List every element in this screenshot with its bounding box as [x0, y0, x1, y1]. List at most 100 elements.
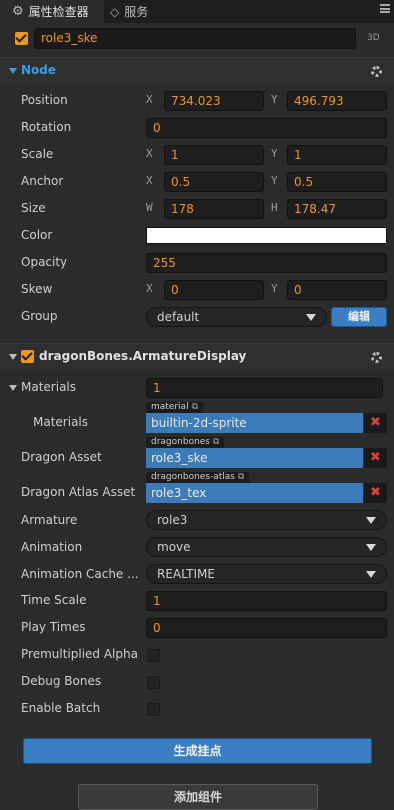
debug-bones-checkbox[interactable]: [147, 676, 160, 689]
time-scale-label: Time Scale: [21, 593, 87, 607]
material-clear-icon[interactable]: ✖: [364, 413, 387, 433]
opacity-label: Opacity: [21, 255, 68, 269]
generate-attach-points-button[interactable]: 生成挂点: [23, 738, 372, 764]
scale-label: Scale: [21, 147, 54, 161]
dragon-asset-field[interactable]: role3_ske: [146, 448, 363, 468]
dragon-asset-tag: dragonbones ⧉: [146, 437, 225, 448]
material-asset-field[interactable]: builtin-2d-sprite: [146, 413, 363, 433]
chevron-down-icon: [366, 571, 376, 578]
premultiplied-alpha-label: Premultiplied Alpha: [21, 647, 138, 661]
component-enabled-checkbox[interactable]: [21, 350, 34, 363]
materials-expand-arrow-icon[interactable]: [9, 385, 17, 391]
component-settings-gear-icon[interactable]: [371, 352, 382, 363]
tab-services-label: 服务: [124, 5, 149, 19]
anchor-x-input[interactable]: 0.5: [164, 172, 264, 192]
enable-batch-label: Enable Batch: [21, 701, 101, 715]
animation-select[interactable]: move: [146, 537, 387, 557]
group-select[interactable]: default: [146, 307, 327, 327]
animation-cache-label: Animation Cache ...: [21, 567, 139, 581]
size-w-axis-label: W: [146, 201, 153, 214]
debug-bones-label: Debug Bones: [21, 674, 102, 688]
anchor-y-axis-label: Y: [271, 174, 278, 187]
external-link-icon[interactable]: ⧉: [191, 402, 197, 412]
scale-y-input[interactable]: 1: [287, 145, 387, 165]
skew-y-input[interactable]: 0: [287, 280, 387, 300]
node-name-input[interactable]: role3_ske: [34, 28, 356, 49]
dragon-asset-tag-text: dragonbones: [151, 437, 211, 447]
component-section-header[interactable]: dragonBones.ArmatureDisplay: [0, 343, 394, 370]
animation-cache-select[interactable]: REALTIME: [146, 564, 387, 584]
rotation-label: Rotation: [21, 120, 72, 134]
size-width-input[interactable]: 178: [164, 199, 264, 219]
dragon-atlas-tag: dragonbones-atlas ⧉: [146, 472, 250, 483]
dragon-atlas-clear-icon[interactable]: ✖: [364, 483, 387, 503]
animation-select-value: move: [157, 540, 191, 554]
tab-services[interactable]: ◇ 服务: [110, 0, 148, 23]
group-edit-button[interactable]: 编辑: [331, 307, 387, 327]
dragon-asset-clear-icon[interactable]: ✖: [364, 448, 387, 468]
mode-3d-toggle[interactable]: 3D: [367, 33, 380, 43]
chevron-down-icon: [366, 517, 376, 524]
dragon-atlas-field[interactable]: role3_tex: [146, 483, 363, 503]
position-label: Position: [21, 93, 68, 107]
materials-label: Materials: [21, 380, 77, 394]
play-times-label: Play Times: [21, 620, 86, 634]
position-y-input[interactable]: 496.793: [287, 91, 387, 111]
panel-menu-icon[interactable]: [380, 4, 390, 13]
materials-count-input[interactable]: 1: [146, 378, 383, 398]
dragon-atlas-tag-text: dragonbones-atlas: [151, 472, 235, 482]
skew-y-axis-label: Y: [271, 282, 278, 295]
position-x-input[interactable]: 734.023: [164, 91, 264, 111]
anchor-label: Anchor: [21, 174, 64, 188]
position-x-axis-label: X: [146, 93, 153, 106]
tab-inspector-label: 属性检查器: [28, 5, 89, 19]
node-settings-gear-icon[interactable]: [371, 66, 382, 77]
rotation-input[interactable]: 0: [146, 118, 387, 138]
group-select-value: default: [157, 310, 200, 324]
add-component-button[interactable]: 添加组件: [78, 784, 318, 810]
material-asset-tag: material ⧉: [146, 402, 203, 413]
dragon-atlas-label: Dragon Atlas Asset: [21, 485, 136, 499]
services-icon: ◇: [110, 4, 120, 19]
scale-y-axis-label: Y: [271, 147, 278, 160]
color-swatch[interactable]: [146, 227, 387, 244]
gear-icon: ⚙: [12, 4, 24, 19]
collapse-arrow-icon: [9, 354, 17, 360]
scale-x-input[interactable]: 1: [164, 145, 264, 165]
chevron-down-icon: [306, 314, 316, 321]
animation-label: Animation: [21, 540, 83, 554]
collapse-arrow-icon: [9, 68, 17, 74]
position-y-axis-label: Y: [271, 93, 278, 106]
chevron-down-icon: [366, 544, 376, 551]
external-link-icon[interactable]: ⧉: [213, 437, 219, 447]
anchor-y-input[interactable]: 0.5: [287, 172, 387, 192]
tab-inspector[interactable]: ⚙ 属性检查器: [0, 0, 104, 23]
size-h-axis-label: H: [271, 201, 278, 214]
animation-cache-select-value: REALTIME: [157, 567, 215, 581]
premultiplied-alpha-checkbox[interactable]: [147, 649, 160, 662]
armature-select-value: role3: [157, 513, 188, 527]
skew-x-axis-label: X: [146, 282, 153, 295]
opacity-input[interactable]: 255: [146, 253, 387, 273]
play-times-input[interactable]: 0: [146, 618, 387, 638]
anchor-x-axis-label: X: [146, 174, 153, 187]
scale-x-axis-label: X: [146, 147, 153, 160]
armature-label: Armature: [21, 513, 78, 527]
enable-batch-checkbox[interactable]: [147, 703, 160, 716]
component-title: dragonBones.ArmatureDisplay: [39, 349, 247, 363]
node-section-header[interactable]: Node: [0, 57, 394, 84]
size-label: Size: [21, 201, 46, 215]
color-label: Color: [21, 228, 53, 242]
node-section-title: Node: [21, 63, 57, 77]
time-scale-input[interactable]: 1: [146, 591, 387, 611]
material-item-label: Materials: [33, 415, 89, 429]
dragon-asset-label: Dragon Asset: [21, 450, 102, 464]
tab-bar: ⚙ 属性检查器 ◇ 服务: [0, 0, 394, 23]
armature-select[interactable]: role3: [146, 510, 387, 530]
external-link-icon[interactable]: ⧉: [238, 472, 244, 482]
size-height-input[interactable]: 178.47: [287, 199, 387, 219]
material-asset-tag-text: material: [151, 402, 189, 412]
skew-label: Skew: [21, 282, 53, 296]
skew-x-input[interactable]: 0: [164, 280, 264, 300]
node-active-checkbox[interactable]: [15, 32, 28, 45]
